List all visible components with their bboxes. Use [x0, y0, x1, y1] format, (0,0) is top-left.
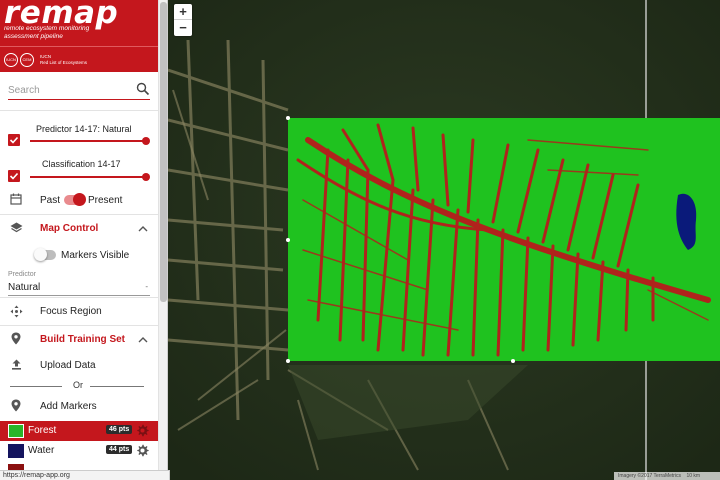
scale-text: 10 km — [686, 473, 701, 479]
markers-visible-label: Markers Visible — [61, 250, 130, 261]
build-training-set-header[interactable]: Build Training Set — [40, 334, 125, 345]
partner-logos: IUCN CEM IUCN Red List of Ecosystems — [0, 46, 158, 72]
status-bar-url: https://remap-app.org — [0, 470, 170, 480]
divider — [0, 110, 158, 111]
chevron-up-icon[interactable] — [138, 336, 148, 343]
layers-icon — [10, 222, 23, 233]
past-label: Past — [40, 195, 61, 206]
layer-predictor-label: Predictor 14-17: Natural — [36, 124, 132, 134]
slider-handle[interactable] — [142, 137, 150, 145]
iucn-logo-icon: IUCN — [4, 53, 18, 67]
divider — [10, 386, 62, 387]
zoom-in-button[interactable]: + — [174, 4, 192, 20]
cem-logo-icon: CEM — [20, 53, 34, 67]
predictor-select[interactable]: Natural - — [8, 282, 150, 296]
sidebar: remap remote ecosystem monitoring assess… — [0, 0, 168, 480]
attribution-text: Imagery ©2017 TerraMetrics — [618, 473, 682, 479]
layer-predictor-checkbox[interactable] — [8, 134, 20, 146]
divider — [90, 386, 144, 387]
check-icon — [9, 172, 19, 180]
app-subtitle: remote ecosystem monitoring assessment p… — [4, 25, 124, 40]
app-subtitle-line2: assessment pipeline — [4, 32, 63, 40]
class-color-swatch[interactable] — [8, 444, 24, 458]
layer-classification-checkbox[interactable] — [8, 170, 20, 182]
zoom-control: + − — [174, 4, 192, 36]
chevron-up-icon[interactable] — [138, 225, 148, 232]
class-color-swatch[interactable] — [8, 424, 24, 438]
toggle-knob — [34, 248, 47, 261]
cem-logo-text: CEM — [22, 57, 32, 62]
divider — [0, 325, 158, 326]
class-name: Forest — [28, 425, 57, 436]
search-bar — [8, 82, 150, 100]
class-points-badge: 46 pts — [106, 425, 133, 434]
partner-text-line2: Red List of Ecosystems — [40, 59, 88, 65]
search-icon[interactable] — [136, 82, 150, 96]
gear-icon[interactable] — [136, 444, 149, 457]
map-attribution: Imagery ©2017 TerraMetrics 10 km — [614, 472, 720, 480]
map-pin-icon — [11, 332, 21, 345]
upload-icon — [12, 359, 21, 370]
map-view[interactable] — [168, 0, 720, 480]
divider — [0, 297, 158, 298]
predictor-value: Natural — [8, 282, 41, 293]
add-marker-pin-icon — [11, 399, 21, 412]
move-arrows-icon — [10, 305, 23, 318]
satellite-imagery — [168, 0, 720, 480]
zoom-out-button[interactable]: − — [174, 20, 192, 36]
search-input[interactable] — [8, 82, 128, 98]
partner-text: IUCN Red List of Ecosystems — [40, 54, 87, 65]
brand-header: remap remote ecosystem monitoring assess… — [0, 0, 158, 46]
class-points-badge: 44 pts — [106, 445, 133, 454]
predictor-label: Predictor — [8, 271, 37, 278]
map-control-header[interactable]: Map Control — [40, 223, 98, 234]
layer-classification-label: Classification 14-17 — [42, 159, 121, 169]
layer-predictor-opacity-slider[interactable] — [30, 137, 150, 145]
layer-classification-opacity-slider[interactable] — [30, 173, 150, 181]
app-subtitle-line1: remote ecosystem monitoring — [4, 25, 90, 32]
present-label: Present — [88, 195, 123, 206]
slider-handle[interactable] — [142, 173, 150, 181]
scrollbar-thumb[interactable] — [160, 2, 167, 302]
calendar-icon — [10, 193, 22, 205]
gear-icon[interactable] — [136, 424, 149, 437]
sidebar-scrollbar[interactable] — [158, 0, 167, 480]
divider — [0, 214, 158, 215]
dropdown-arrow-icon: - — [145, 282, 148, 291]
past-present-toggle[interactable] — [64, 193, 86, 206]
toggle-knob — [73, 193, 86, 206]
upload-data-button[interactable]: Upload Data — [40, 360, 96, 371]
markers-visible-toggle[interactable] — [34, 248, 56, 261]
or-divider: Or — [10, 380, 144, 392]
add-markers-button[interactable]: Add Markers — [40, 401, 97, 412]
check-icon — [9, 136, 19, 144]
class-row-water[interactable]: Water 44 pts — [0, 441, 158, 461]
class-name: Water — [28, 445, 55, 456]
class-row-forest[interactable]: Forest 46 pts — [0, 421, 158, 441]
focus-region-button[interactable]: Focus Region — [40, 306, 102, 317]
or-label: Or — [73, 380, 83, 390]
